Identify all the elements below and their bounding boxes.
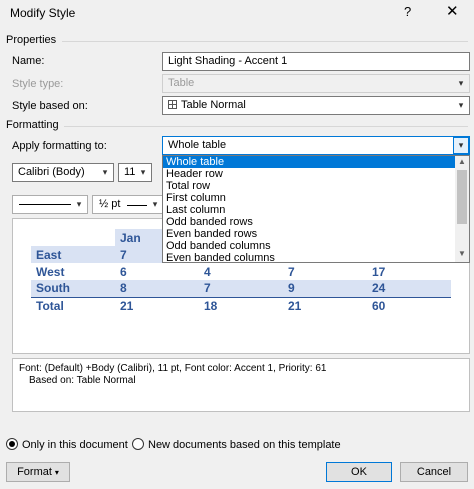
table-row: West 6 4 7 17 (31, 263, 451, 280)
font-size-value: 11 (124, 166, 136, 178)
list-item-odd-banded-columns[interactable]: Odd banded columns (163, 240, 469, 252)
scroll-thumb[interactable] (457, 170, 467, 224)
border-width-value: ½ pt (99, 198, 121, 210)
description-line: Font: (Default) +Body (Calibri), 11 pt, … (19, 363, 327, 374)
table-icon (168, 100, 177, 109)
font-dropdown[interactable]: Calibri (Body) ▾ (12, 163, 114, 182)
chevron-down-icon[interactable]: ▾ (453, 137, 469, 154)
table-cell: 17 (372, 264, 386, 279)
font-value: Calibri (Body) (18, 166, 85, 178)
chevron-down-icon: ▾ (152, 199, 158, 209)
style-type-value: Table (168, 77, 195, 89)
format-button-label: Format (17, 466, 52, 478)
ok-button[interactable]: OK (326, 462, 392, 482)
table-cell: 4 (204, 264, 211, 279)
apply-formatting-list[interactable]: Whole table Header row Total row First c… (162, 155, 470, 263)
chevron-down-icon: ▾ (458, 78, 464, 88)
list-item-odd-banded-rows[interactable]: Odd banded rows (163, 216, 469, 228)
row-label: Total (36, 298, 64, 313)
apply-formatting-value: Whole table (168, 139, 227, 151)
table-cell: 6 (120, 264, 127, 279)
close-button[interactable]: ✕ (446, 2, 459, 20)
line-width-sample (127, 205, 147, 206)
scroll-down-icon[interactable]: ▼ (455, 249, 469, 261)
name-label: Name: (12, 55, 45, 67)
table-cell: 9 (288, 281, 295, 296)
list-item-first-column[interactable]: First column (163, 192, 469, 204)
chevron-down-icon: ▾ (102, 167, 108, 177)
scroll-up-icon[interactable]: ▲ (455, 157, 469, 169)
border-style-dropdown[interactable]: ▾ (12, 195, 88, 214)
list-item-whole-table[interactable]: Whole table (163, 156, 469, 168)
formatting-divider (64, 126, 468, 127)
chevron-down-icon: ▾ (54, 467, 59, 477)
style-type-label: Style type: (12, 78, 64, 90)
style-based-on-dropdown[interactable]: Table Normal ▾ (162, 96, 470, 115)
list-item-even-banded-columns[interactable]: Even banded columns (163, 252, 469, 262)
style-based-on-value: Table Normal (181, 99, 246, 111)
table-cell: 21 (288, 298, 302, 313)
formatting-header: Formatting (6, 119, 59, 131)
row-label: South (36, 281, 70, 296)
radio-unchecked-icon[interactable] (132, 438, 144, 450)
apply-formatting-label: Apply formatting to: (12, 140, 107, 152)
name-field[interactable]: Light Shading - Accent 1 (162, 52, 470, 71)
style-description: Font: (Default) +Body (Calibri), 11 pt, … (12, 358, 470, 412)
radio-new-documents[interactable]: New documents based on this template (132, 438, 341, 451)
style-based-on-label: Style based on: (12, 100, 88, 112)
border-width-dropdown[interactable]: ½ pt ▾ (92, 195, 164, 214)
style-type-dropdown: Table ▾ (162, 74, 470, 93)
format-button[interactable]: Format ▾ (6, 462, 70, 482)
chevron-down-icon: ▾ (140, 167, 146, 177)
table-cell: 21 (120, 298, 134, 313)
list-item-last-column[interactable]: Last column (163, 204, 469, 216)
cancel-button[interactable]: Cancel (400, 462, 468, 482)
table-row: South 8 7 9 24 (31, 280, 451, 297)
list-item-total-row[interactable]: Total row (163, 180, 469, 192)
properties-divider (62, 41, 468, 42)
table-cell: 18 (204, 298, 218, 313)
table-cell: 7 (204, 281, 211, 296)
list-item-header-row[interactable]: Header row (163, 168, 469, 180)
table-cell: 60 (372, 298, 386, 313)
properties-header: Properties (6, 34, 57, 46)
description-line: Based on: Table Normal (29, 375, 136, 386)
line-style-sample (19, 204, 71, 205)
chevron-down-icon: ▾ (76, 199, 82, 209)
radio-only-this-document[interactable]: Only in this document (6, 438, 128, 451)
table-row: Total 21 18 21 60 (31, 297, 451, 314)
row-label: West (36, 264, 65, 279)
table-cell: 24 (372, 281, 386, 296)
font-size-dropdown[interactable]: 11 ▾ (118, 163, 152, 182)
help-button[interactable]: ? (404, 4, 411, 19)
radio-label: New documents based on this template (148, 439, 341, 451)
radio-checked-icon[interactable] (6, 438, 18, 450)
chevron-down-icon: ▾ (458, 100, 464, 110)
list-item-even-banded-rows[interactable]: Even banded rows (163, 228, 469, 240)
table-cell: 7 (288, 264, 295, 279)
table-cell: 8 (120, 281, 127, 296)
apply-formatting-dropdown[interactable]: Whole table ▾ (162, 136, 470, 155)
list-scrollbar[interactable]: ▲ ▼ (455, 156, 469, 262)
radio-label: Only in this document (22, 439, 128, 451)
dialog-title: Modify Style (10, 6, 76, 20)
row-label: East (36, 247, 62, 262)
